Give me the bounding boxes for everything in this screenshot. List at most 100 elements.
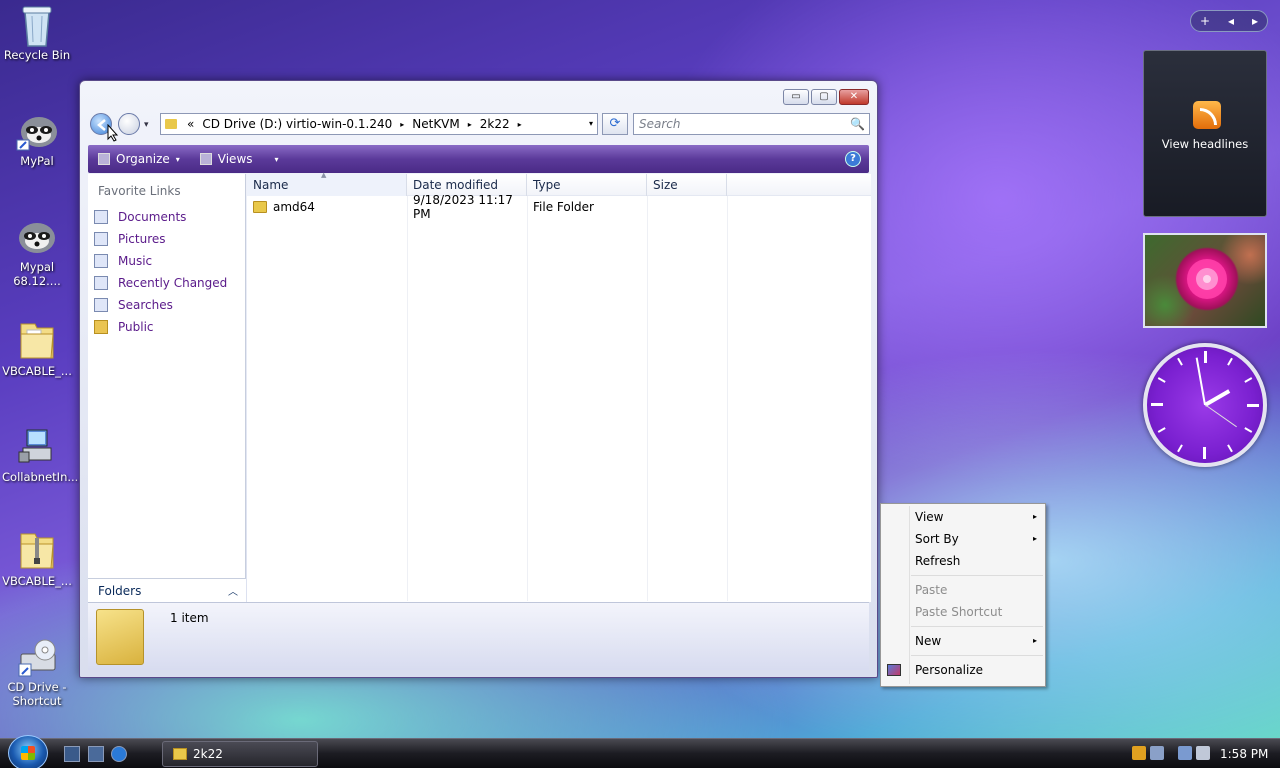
next-page-button[interactable]: ▸	[1252, 14, 1258, 28]
feed-headlines-gadget[interactable]: View headlines	[1143, 50, 1267, 217]
desktop-icon-vbcable-1[interactable]: VBCABLE_...	[2, 318, 72, 378]
address-bar[interactable]: « CD Drive (D:) virtio-win-0.1.240 ▸ Net…	[160, 113, 598, 135]
details-pane: 1 item	[88, 602, 869, 670]
internet-explorer-icon[interactable]	[111, 746, 127, 762]
slideshow-gadget[interactable]	[1143, 233, 1267, 328]
add-gadget-button[interactable]: +	[1200, 14, 1210, 28]
cd-drive-icon	[15, 634, 59, 678]
recycle-bin-icon	[15, 2, 59, 47]
clock-tick	[1244, 427, 1253, 433]
forward-button[interactable]	[118, 113, 140, 135]
tray-app-icon[interactable]	[1150, 746, 1164, 760]
sidebar-item-searches[interactable]: Searches	[88, 294, 245, 316]
submenu-arrow-icon: ▸	[1032, 636, 1037, 645]
personalize-icon	[887, 664, 901, 676]
folder-icon	[253, 201, 267, 213]
sidebar-item-documents[interactable]: Documents	[88, 206, 245, 228]
column-header-type[interactable]: Type	[527, 174, 647, 196]
folder-icon	[165, 119, 177, 129]
views-button[interactable]: Views ▾	[199, 152, 279, 166]
chevron-down-icon: ▾	[274, 154, 279, 164]
row-name: amd64	[273, 200, 315, 214]
desktop-icon-collabnet[interactable]: CollabnetIn...	[2, 424, 78, 484]
computer-network-icon	[15, 424, 59, 468]
rows-area[interactable]: amd64 9/18/2023 11:17 PM File Folder	[247, 193, 871, 601]
clock-tick	[1157, 427, 1166, 433]
taskbar-window-label: 2k22	[193, 747, 223, 761]
view-headlines-label[interactable]: View headlines	[1144, 137, 1266, 151]
row-name-cell: amd64	[247, 200, 407, 214]
breadcrumb-separator[interactable]: ▸	[468, 120, 472, 129]
search-input[interactable]: Search 🔍	[633, 113, 870, 135]
sidebar-item-recently-changed[interactable]: Recently Changed	[88, 272, 245, 294]
column-header-name[interactable]: ▲ Name	[247, 171, 407, 196]
desktop-icon-vbcable-2[interactable]: VBCABLE_...	[2, 528, 72, 588]
clock-tick	[1203, 447, 1206, 459]
table-row[interactable]: amd64 9/18/2023 11:17 PM File Folder	[247, 193, 871, 221]
column-divider	[407, 196, 408, 601]
clock-tick	[1157, 377, 1166, 383]
mouse-cursor-icon	[107, 124, 119, 142]
folders-toggle[interactable]: Folders ︿	[88, 578, 246, 602]
menu-item-view[interactable]: View ▸	[881, 506, 1045, 528]
taskbar-clock[interactable]: 1:58 PM	[1220, 747, 1268, 761]
sidebar-item-label: Recently Changed	[118, 276, 228, 290]
explorer-window: ▭ ▢ ✕ ▾ « CD Drive (D:) virtio-win-0.1.2…	[79, 80, 878, 678]
chevron-up-icon: ︿	[228, 587, 238, 598]
network-icon[interactable]	[1178, 746, 1192, 760]
show-desktop-icon[interactable]	[64, 746, 80, 762]
clock-tick	[1177, 444, 1183, 453]
sidebar-item-label: Pictures	[118, 232, 166, 246]
refresh-button[interactable]: ⟳	[602, 113, 628, 135]
views-icon	[199, 153, 212, 165]
searches-icon	[94, 298, 108, 312]
column-header-size[interactable]: Size	[647, 174, 727, 196]
folder-icon	[15, 318, 59, 362]
previous-page-button[interactable]: ◂	[1228, 14, 1234, 28]
hour-hand	[1204, 389, 1231, 407]
submenu-arrow-icon: ▸	[1032, 512, 1037, 521]
organize-button[interactable]: Organize ▾	[98, 152, 180, 166]
raccoon-icon	[15, 108, 59, 152]
desktop-icon-mypal-68[interactable]: Mypal 68.12....	[2, 214, 72, 288]
menu-item-refresh[interactable]: Refresh	[881, 550, 1045, 572]
breadcrumb-separator[interactable]: ▸	[518, 120, 522, 129]
desktop-icon-recycle-bin[interactable]: Recycle Bin	[2, 2, 72, 62]
documents-icon	[94, 210, 108, 224]
sidebar-item-pictures[interactable]: Pictures	[88, 228, 245, 250]
menu-separator	[911, 655, 1043, 656]
switch-windows-icon[interactable]	[88, 746, 104, 762]
views-label: Views	[217, 152, 253, 166]
sidebar-item-music[interactable]: Music	[88, 250, 245, 272]
address-dropdown[interactable]: ▾	[589, 119, 593, 128]
search-icon[interactable]: 🔍	[850, 117, 865, 131]
security-shield-icon[interactable]	[1132, 746, 1146, 760]
menu-item-label: Refresh	[915, 554, 961, 568]
desktop-icon-mypal[interactable]: MyPal	[2, 108, 72, 168]
folder-icon	[96, 609, 144, 665]
close-button[interactable]: ✕	[839, 89, 869, 105]
menu-item-sort-by[interactable]: Sort By ▸	[881, 528, 1045, 550]
volume-icon[interactable]	[1196, 746, 1210, 760]
menu-item-label: Personalize	[915, 663, 984, 677]
menu-item-personalize[interactable]: Personalize	[881, 659, 1045, 681]
minimize-button[interactable]: ▭	[783, 89, 809, 105]
start-button[interactable]	[8, 735, 48, 768]
navigation-pane: Favorite Links Documents Pictures Music …	[88, 174, 246, 602]
breadcrumb-overflow[interactable]: «	[187, 117, 194, 131]
breadcrumb-cd-drive[interactable]: CD Drive (D:) virtio-win-0.1.240	[202, 117, 392, 131]
menu-item-new[interactable]: New ▸	[881, 630, 1045, 652]
taskbar-window-2k22[interactable]: 2k22	[162, 741, 318, 767]
breadcrumb-2k22[interactable]: 2k22	[480, 117, 510, 131]
clock-gadget[interactable]	[1143, 343, 1267, 467]
menu-item-paste-shortcut: Paste Shortcut	[881, 601, 1045, 623]
desktop-icon-cd-drive-shortcut[interactable]: CD Drive - Shortcut	[2, 634, 72, 708]
breadcrumb-separator[interactable]: ▸	[400, 120, 404, 129]
desktop-context-menu: View ▸ Sort By ▸ Refresh Paste Paste Sho…	[880, 503, 1046, 687]
breadcrumb-netkvm[interactable]: NetKVM	[412, 117, 460, 131]
desktop-icon-label: Recycle Bin	[3, 48, 71, 62]
sidebar-item-public[interactable]: Public	[88, 316, 245, 338]
help-button[interactable]: ?	[845, 151, 861, 167]
maximize-button[interactable]: ▢	[811, 89, 837, 105]
recent-pages-dropdown[interactable]: ▾	[144, 120, 149, 130]
